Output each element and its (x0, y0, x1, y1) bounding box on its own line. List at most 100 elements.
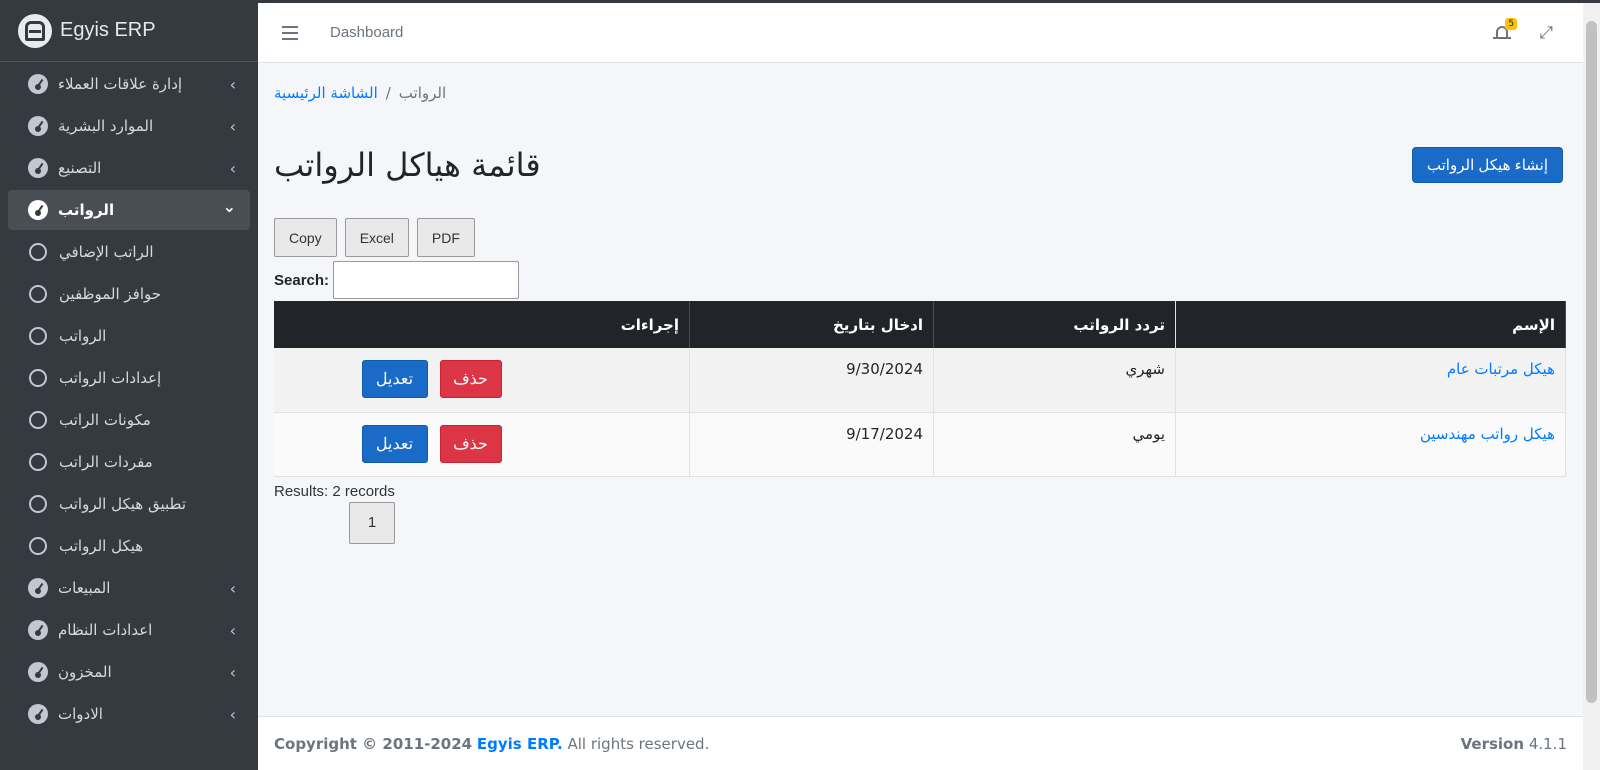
excel-button[interactable]: Excel (344, 218, 409, 257)
fullscreen-icon[interactable]: ⤢ (1539, 23, 1553, 43)
brand-link[interactable]: Egyis ERP (0, 0, 258, 62)
search-input[interactable] (333, 261, 520, 299)
circle-icon (29, 369, 47, 387)
sidebar-item-label: الادوات (58, 705, 103, 723)
menu-toggle-icon[interactable] (282, 25, 298, 40)
sidebar-item-label: الموارد البشرية (58, 117, 154, 135)
edit-button[interactable]: تعديل (361, 424, 428, 463)
footer: Copyright © 2011-2024 Egyis ERP. All rig… (258, 716, 1583, 770)
breadcrumb: الشاشة الرئيسية / الرواتب (274, 84, 1567, 102)
notifications-bell-icon[interactable]: 5 (1493, 17, 1518, 42)
sidebar-item[interactable]: الادوات ‹ (8, 694, 250, 734)
sidebar-item[interactable]: المبيعات ‹ (8, 568, 250, 608)
chevron-down-icon: ⌄ (222, 196, 236, 216)
chevron-left-icon: ‹ (229, 662, 236, 682)
salary-structures-table: الإسم تردد الرواتب ادخال بتاريخ إجراءات … (274, 301, 1566, 477)
sidebar-item-label: الراتب الإضافي (59, 243, 154, 261)
actions-cell: حذف تعديل (274, 412, 690, 477)
delete-button[interactable]: حذف (439, 424, 502, 463)
circle-icon (29, 453, 47, 471)
circle-icon (29, 285, 47, 303)
sidebar-item[interactable]: إعدادات الرواتب (8, 358, 250, 398)
pdf-button[interactable]: PDF (416, 218, 475, 257)
brand-name: Egyis ERP (60, 19, 156, 41)
page-scrollbar[interactable] (1583, 3, 1600, 770)
sidebar-item-label: تطبيق هيكل الرواتب (59, 495, 186, 513)
header-name[interactable]: الإسم (1175, 301, 1566, 348)
edit-button[interactable]: تعديل (361, 360, 428, 398)
chevron-left-icon: ‹ (229, 704, 236, 724)
sidebar-item-label: مكونات الراتب (59, 411, 151, 429)
sidebar-item[interactable]: المخزون ‹ (8, 652, 250, 692)
copy-button[interactable]: Copy (274, 218, 337, 257)
footer-copyright-text: Copyright © 2011-2024 (274, 734, 473, 753)
breadcrumb-current: الرواتب (398, 84, 447, 102)
actions-cell: حذف تعديل (274, 348, 690, 413)
sidebar-item-label: إدارة علاقات العملاء (58, 75, 183, 93)
dashboard-gauge-icon (28, 158, 48, 178)
sidebar-item[interactable]: مفردات الراتب (8, 442, 250, 482)
sidebar-item-label: إعدادات الرواتب (59, 369, 162, 387)
structure-name-link[interactable]: هيكل رواتب مهندسين (1420, 425, 1555, 443)
chevron-left-icon: ‹ (229, 158, 236, 178)
sidebar-item-label: حوافز الموظفين (59, 285, 162, 303)
circle-icon (29, 243, 47, 261)
sidebar-item-label: هيكل الرواتب (59, 537, 144, 555)
sidebar-item[interactable]: الموارد البشرية ‹ (8, 106, 250, 146)
nav-dashboard-link[interactable]: Dashboard (330, 24, 403, 41)
dashboard-gauge-icon (28, 620, 48, 640)
page-title: قائمة هياكل الرواتب (274, 146, 541, 184)
notifications-badge: 5 (1505, 17, 1518, 30)
chevron-left-icon: ‹ (229, 116, 236, 136)
sidebar-item[interactable]: إدارة علاقات العملاء ‹ (8, 64, 250, 104)
dashboard-gauge-icon (28, 704, 48, 724)
chevron-left-icon: ‹ (229, 74, 236, 94)
sidebar-item[interactable]: مكونات الراتب (8, 400, 250, 440)
sidebar: Egyis ERP إدارة علاقات العملاء ‹ الموارد ا… (0, 0, 258, 770)
sidebar-item[interactable]: تطبيق هيكل الرواتب (8, 484, 250, 524)
delete-button[interactable]: حذف (439, 360, 502, 398)
dashboard-gauge-icon (28, 74, 48, 94)
circle-icon (29, 495, 47, 513)
footer-version-number: 4.1.1 (1528, 734, 1567, 753)
header-frequency[interactable]: تردد الرواتب (933, 301, 1176, 348)
create-salary-structure-button[interactable]: إنشاء هيكل الرواتب (1411, 147, 1563, 183)
frequency-cell: يومي (933, 412, 1176, 477)
results-count: Results: 2 records (274, 482, 395, 500)
sidebar-item[interactable]: الراتب الإضافي (8, 232, 250, 272)
main-content: الشاشة الرئيسية / الرواتب قائمة هياكل ال… (258, 64, 1583, 716)
sidebar-nav: إدارة علاقات العملاء ‹ الموارد البشرية ‹ الت… (0, 64, 258, 734)
table-row: هيكل مرتبات عام شهري 9/30/2024 حذف تعديل (274, 348, 1566, 413)
sidebar-item-label: المخزون (58, 663, 112, 681)
header-date[interactable]: ادخال بتاريخ (689, 301, 934, 348)
sidebar-item-label: اعدادات النظام (58, 621, 153, 639)
frequency-cell: شهري (933, 348, 1176, 413)
top-navbar: Dashboard 5 ⤢ (258, 3, 1583, 63)
chevron-left-icon: ‹ (229, 578, 236, 598)
circle-icon (29, 327, 47, 345)
footer-version-label: Version (1460, 734, 1525, 753)
footer-rights: All rights reserved. (567, 734, 710, 753)
sidebar-item-label: مفردات الراتب (59, 453, 153, 471)
footer-brand-link[interactable]: Egyis ERP. (477, 735, 563, 753)
sidebar-item-label: التصنيع (58, 159, 102, 177)
header-actions: إجراءات (274, 301, 690, 348)
circle-icon (29, 537, 47, 555)
footer-copyright: Copyright © 2011-2024 Egyis ERP. All rig… (274, 735, 709, 753)
sidebar-item[interactable]: هيكل الرواتب (8, 526, 250, 566)
sidebar-item[interactable]: التصنيع ‹ (8, 148, 250, 188)
sidebar-item[interactable]: اعدادات النظام ‹ (8, 610, 250, 650)
breadcrumb-home[interactable]: الشاشة الرئيسية (274, 84, 378, 102)
sidebar-item[interactable]: الرواتب (8, 316, 250, 356)
dashboard-gauge-icon (28, 116, 48, 136)
sidebar-item[interactable]: حوافز الموظفين (8, 274, 250, 314)
pagination-page-1[interactable]: 1 (349, 501, 395, 544)
circle-icon (29, 411, 47, 429)
sidebar-item[interactable]: الرواتب ⌄ (8, 190, 250, 230)
export-buttons: Copy Excel PDF (274, 218, 1567, 257)
structure-name-link[interactable]: هيكل مرتبات عام (1447, 360, 1555, 378)
chevron-left-icon: ‹ (229, 620, 236, 640)
table-row: هيكل رواتب مهندسين يومي 9/17/2024 حذف تعديل (274, 412, 1566, 477)
search-label: Search: (274, 271, 330, 289)
date-cell: 9/30/2024 (689, 348, 934, 413)
